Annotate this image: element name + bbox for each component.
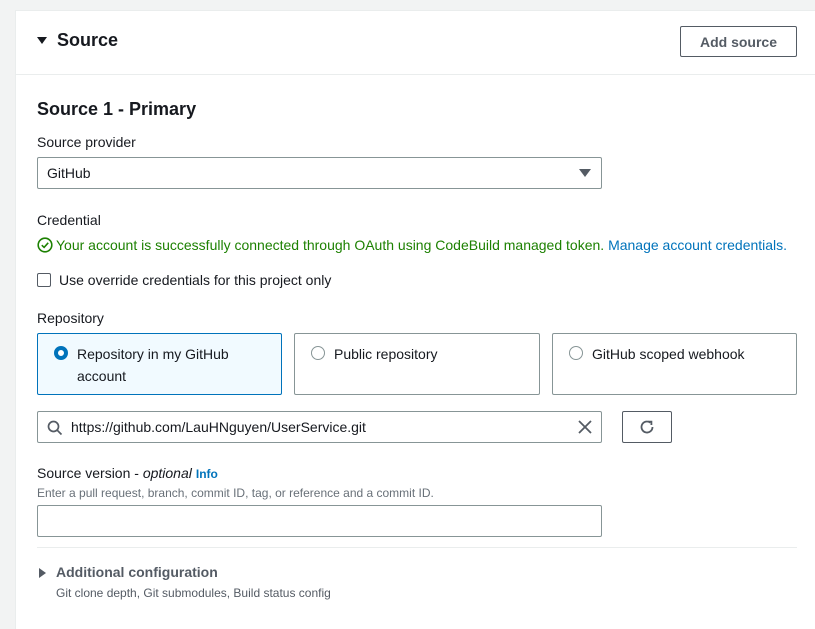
optional-text: optional [142, 465, 192, 481]
source-provider-select[interactable]: GitHub [37, 157, 602, 189]
radio-unselected[interactable] [569, 346, 583, 360]
caret-right-icon[interactable] [39, 568, 46, 578]
repo-option-label: GitHub scoped webhook [592, 346, 745, 362]
repo-option-label: Public repository [334, 346, 438, 362]
source-version-label: Source version - optional Info [37, 465, 218, 481]
source-provider-label: Source provider [37, 134, 136, 150]
search-icon [47, 420, 63, 436]
credential-success-text: Your account is successfully connected t… [56, 237, 605, 253]
divider [37, 547, 797, 548]
source-title: Source 1 - Primary [37, 99, 197, 119]
source-panel: Source Add source Source 1 - Primary Sou… [15, 10, 815, 629]
caret-down-icon[interactable] [37, 37, 47, 44]
additional-configuration-description: Git clone depth, Git submodules, Build s… [56, 586, 331, 600]
radio-unselected[interactable] [311, 346, 325, 360]
override-credentials-checkbox[interactable] [37, 273, 51, 287]
refresh-button[interactable] [622, 411, 672, 443]
override-credentials-row[interactable]: Use override credentials for this projec… [37, 272, 331, 288]
repository-url-input[interactable]: https://github.com/LauHNguyen/UserServic… [37, 411, 602, 443]
close-icon[interactable] [577, 419, 593, 435]
check-circle-icon [37, 237, 53, 253]
override-credentials-label: Use override credentials for this projec… [59, 272, 332, 288]
repo-option-webhook[interactable]: GitHub scoped webhook [552, 333, 797, 395]
panel-title[interactable]: Source [57, 30, 118, 51]
source-version-hint: Enter a pull request, branch, commit ID,… [37, 486, 434, 500]
info-link[interactable]: Info [196, 467, 218, 481]
repository-label: Repository [37, 310, 104, 326]
repo-option-public[interactable]: Public repository [294, 333, 540, 395]
repository-url-value: https://github.com/LauHNguyen/UserServic… [71, 419, 366, 435]
additional-configuration-toggle[interactable]: Additional configuration [56, 564, 218, 580]
credential-label: Credential [37, 212, 101, 228]
refresh-icon [640, 420, 654, 434]
caret-down-icon [579, 169, 591, 177]
add-source-button[interactable]: Add source [680, 26, 797, 57]
repo-option-label: Repository in my GitHub account [77, 346, 229, 384]
radio-selected[interactable] [54, 346, 68, 360]
panel-header[interactable]: Source Add source [16, 11, 815, 75]
source-provider-value: GitHub [47, 165, 91, 181]
source-version-text: Source version - [37, 465, 143, 481]
repo-option-my-github[interactable]: Repository in my GitHub account [37, 333, 282, 395]
credential-status: Your account is successfully connected t… [37, 237, 787, 253]
manage-credentials-link[interactable]: Manage account credentials. [608, 237, 787, 253]
source-version-input[interactable] [37, 505, 602, 537]
